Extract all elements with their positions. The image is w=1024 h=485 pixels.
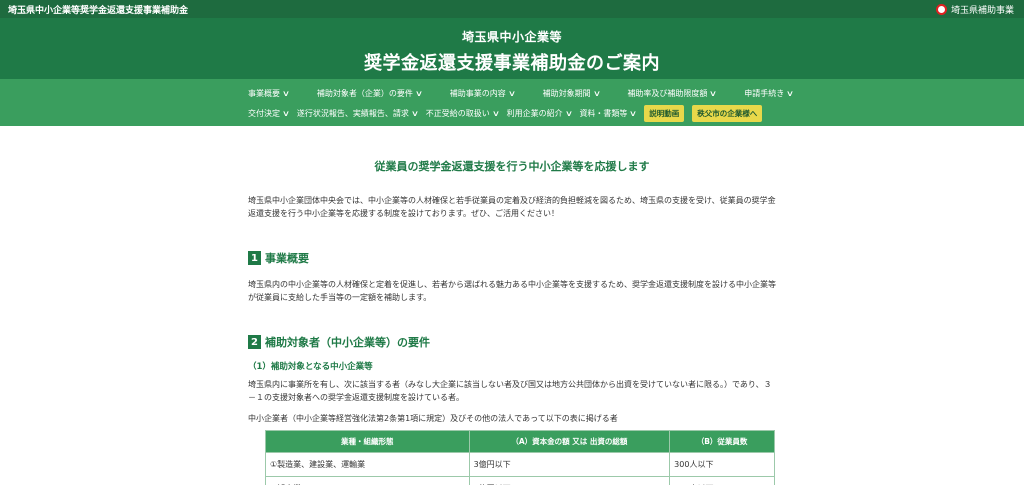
- section-title: 補助対象者（中小企業等）の要件: [265, 336, 430, 349]
- page-title: 奨学金返還支援事業補助金のご案内: [364, 53, 660, 74]
- section-number: 2: [248, 335, 261, 349]
- section-heading-requirements: 2 補助対象者（中小企業等）の要件: [248, 334, 776, 350]
- badge-label: 埼玉県補助事業: [950, 5, 1014, 16]
- table-row: ①製造業、建設業、運輸業 3億円以下 300人以下: [265, 452, 775, 477]
- eligibility-table: 業種・組織形態 （A）資本金の額 又は 出資の総額 （B）従業員数 ①製造業、建…: [265, 430, 775, 485]
- chevron-down-icon: ∨: [507, 88, 516, 98]
- chevron-down-icon: ∨: [491, 108, 500, 118]
- chevron-down-icon: ∨: [564, 108, 573, 118]
- top-bar: 埼玉県中小企業等奨学金返還支援事業補助金 埼玉県補助事業: [0, 0, 1024, 18]
- table-cell: ②卸売業: [265, 476, 470, 485]
- chevron-down-icon: ∨: [629, 108, 638, 118]
- main-content: 従業員の奨学金返還支援を行う中小企業等を応援します 埼玉県中小企業団体中央会では…: [0, 158, 1024, 485]
- section-number: 1: [248, 251, 261, 265]
- nav-item-overview[interactable]: 事業概要 ∨: [248, 88, 291, 99]
- nav-item-application[interactable]: 申請手続き ∨: [744, 88, 795, 99]
- video-button[interactable]: 説明動画: [644, 104, 685, 122]
- chichibu-button[interactable]: 秩父市の企業様へ: [692, 104, 763, 122]
- section-title: 事業概要: [265, 252, 309, 265]
- section-body: 埼玉県内の中小企業等の人材確保と定着を促進し、若者から選ばれる魅力ある中小企業等…: [248, 280, 776, 302]
- table-header-row: 業種・組織形態 （A）資本金の額 又は 出資の総額 （B）従業員数: [265, 430, 775, 453]
- table-cell: 1億円以下: [468, 476, 671, 485]
- table-cell: 300人以下: [669, 452, 775, 477]
- nav-row-1: 事業概要 ∨ 補助対象者（企業）の要件 ∨ 補助事業の内容 ∨ 補助対象期間 ∨ 補助率…: [248, 83, 1024, 103]
- nav-item-rate[interactable]: 補助率及び補助限度額 ∨: [627, 88, 718, 99]
- section-heading-overview: 1 事業概要: [248, 250, 776, 266]
- nav-row-2: 交付決定 ∨ 遂行状況報告、実績報告、請求 ∨ 不正受給の取扱い ∨ 利用企業の紹介 ∨…: [248, 103, 1024, 123]
- hero-subtitle: 埼玉県中小企業等: [461, 30, 562, 44]
- nav-item-requirements[interactable]: 補助対象者（企業）の要件 ∨: [317, 88, 423, 99]
- nav-item-reports[interactable]: 遂行状況報告、実績報告、請求 ∨: [297, 108, 419, 119]
- section-body-2: 中小企業者（中小企業等経営強化法第2条第1項に規定）及びその他の法人であって以下…: [248, 414, 618, 423]
- chevron-down-icon: ∨: [414, 88, 423, 98]
- chevron-down-icon: ∨: [709, 88, 718, 98]
- prefecture-badge: 埼玉県補助事業: [935, 3, 1014, 16]
- chevron-down-icon: ∨: [786, 88, 795, 98]
- table-header: 業種・組織形態: [265, 430, 470, 453]
- nav-item-period[interactable]: 補助対象期間 ∨: [543, 88, 601, 99]
- table-cell: ①製造業、建設業、運輸業: [265, 452, 470, 477]
- main-nav: 事業概要 ∨ 補助対象者（企業）の要件 ∨ 補助事業の内容 ∨ 補助対象期間 ∨ 補助率…: [0, 79, 1024, 126]
- table-row: ②卸売業 1億円以下 100人以下: [265, 476, 775, 485]
- intro-text: 埼玉県中小企業団体中央会では、中小企業等の人材確保と若手従業員の定着及び経済的負…: [248, 196, 776, 218]
- nav-item-companies[interactable]: 利用企業の紹介 ∨: [507, 108, 573, 119]
- chevron-down-icon: ∨: [410, 108, 419, 118]
- site-title[interactable]: 埼玉県中小企業等奨学金返還支援事業補助金: [8, 3, 188, 16]
- table-cell: 100人以下: [669, 476, 775, 485]
- lead-heading: 従業員の奨学金返還支援を行う中小企業等を応援します: [374, 160, 650, 173]
- saitama-logo-icon: [935, 3, 947, 15]
- nav-item-decision[interactable]: 交付決定 ∨: [248, 108, 291, 119]
- chevron-down-icon: ∨: [281, 108, 291, 118]
- table-header: （A）資本金の額 又は 出資の総額: [468, 430, 671, 453]
- table-header: （B）従業員数: [669, 430, 775, 453]
- nav-item-fraud[interactable]: 不正受給の取扱い ∨: [426, 108, 500, 119]
- nav-item-documents[interactable]: 資料・書類等 ∨: [579, 108, 638, 119]
- nav-item-content[interactable]: 補助事業の内容 ∨: [450, 88, 516, 99]
- table-cell: 3億円以下: [468, 452, 671, 477]
- chevron-down-icon: ∨: [281, 88, 291, 98]
- chevron-down-icon: ∨: [592, 88, 601, 98]
- hero-banner: 埼玉県中小企業等 奨学金返還支援事業補助金のご案内: [0, 18, 1024, 79]
- subsection-heading: （1）補助対象となる中小企業等: [248, 362, 373, 372]
- section-body: 埼玉県内に事業所を有し、次に該当する者（みなし大企業に該当しない者及び国又は地方…: [248, 380, 772, 402]
